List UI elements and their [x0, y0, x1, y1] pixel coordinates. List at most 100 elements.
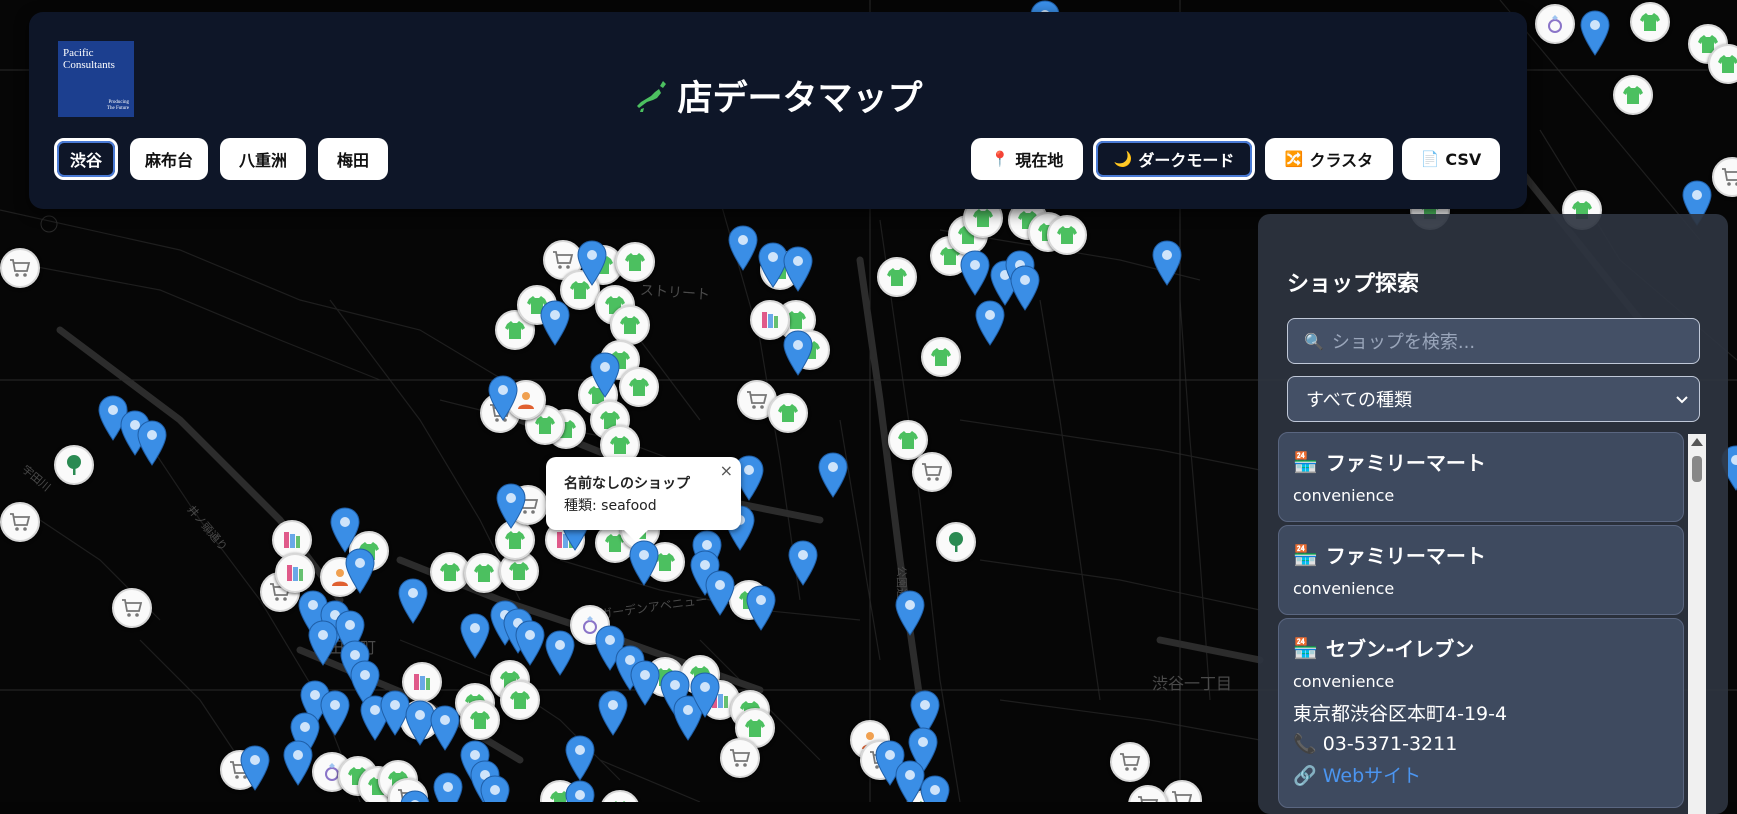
header-bar: Pacific Consultants Producing The Future …: [29, 12, 1527, 209]
tree-marker[interactable]: [936, 522, 976, 562]
ring-marker[interactable]: [1535, 4, 1575, 44]
map-pin-icon[interactable]: [430, 705, 460, 751]
map-pin-icon[interactable]: [540, 300, 570, 346]
cart-marker[interactable]: [112, 588, 152, 628]
search-placeholder: ショップを検索...: [1331, 332, 1476, 353]
shirt-marker[interactable]: [460, 700, 500, 740]
cart-marker[interactable]: [0, 502, 40, 542]
area-button-umeda[interactable]: 梅田: [318, 138, 388, 180]
shop-list-item[interactable]: 🏪 ファミリーマート convenience: [1278, 525, 1684, 615]
map-pin-icon[interactable]: [630, 660, 660, 706]
scroll-up-arrow[interactable]: [1691, 438, 1703, 446]
shop-name: セブン-イレブン: [1325, 637, 1475, 661]
shop-name: ファミリーマート: [1325, 544, 1486, 568]
shirt-marker[interactable]: [921, 337, 961, 377]
search-icon: 🔍: [1304, 331, 1324, 351]
shirt-marker[interactable]: [619, 367, 659, 407]
map-pin-icon[interactable]: [433, 772, 463, 802]
shirt-marker[interactable]: [1047, 215, 1087, 255]
map-pin-icon[interactable]: [783, 330, 813, 376]
map-pin-icon[interactable]: [1152, 240, 1182, 286]
shirt-marker[interactable]: [1630, 2, 1670, 42]
map-pin-icon[interactable]: [460, 613, 490, 659]
panel-title: ショップ探索: [1287, 272, 1420, 297]
japan-map-icon: [633, 78, 669, 123]
map-pin-icon[interactable]: [398, 578, 428, 624]
map-pin-icon[interactable]: [690, 672, 720, 718]
map-pin-icon[interactable]: [545, 630, 575, 676]
map-pin-icon[interactable]: [598, 690, 628, 736]
shop-type: convenience: [1293, 672, 1395, 691]
map-pin-icon[interactable]: [577, 240, 607, 286]
type-filter-select[interactable]: すべての種類: [1287, 376, 1700, 422]
cart-marker[interactable]: [1110, 742, 1150, 782]
shirt-marker[interactable]: [615, 242, 655, 282]
link-icon: 🔗: [1293, 765, 1317, 787]
shirt-marker[interactable]: [877, 257, 917, 297]
map-pin-icon[interactable]: [728, 225, 758, 271]
map-pin-icon[interactable]: [629, 540, 659, 586]
map-pin-icon[interactable]: [1580, 10, 1610, 56]
dark-mode-button[interactable]: 🌙 ダークモード: [1093, 138, 1255, 180]
shop-list-item[interactable]: 🏪 セブン-イレブン convenience 東京都渋谷区本町4-19-4 📞 0…: [1278, 618, 1684, 808]
map-pin-icon[interactable]: [330, 507, 360, 553]
map-pin-icon[interactable]: [515, 620, 545, 666]
map-pin-icon[interactable]: [345, 548, 375, 594]
books-marker[interactable]: [275, 553, 315, 593]
map-pin-icon[interactable]: [137, 420, 167, 466]
map-pin-icon[interactable]: [705, 570, 735, 616]
map-pin-icon[interactable]: [565, 780, 595, 802]
popup-shop-name: 名前なしのショップ: [564, 476, 690, 492]
shirt-marker[interactable]: [768, 393, 808, 433]
convenience-store-icon: 🏪: [1293, 635, 1318, 660]
shirt-marker[interactable]: [464, 553, 504, 593]
search-input[interactable]: 🔍 ショップを検索...: [1287, 318, 1700, 364]
area-button-shibuya[interactable]: 渋谷: [54, 138, 118, 180]
map-pin-icon[interactable]: [920, 775, 950, 802]
cluster-button[interactable]: 🔀 クラスタ: [1265, 138, 1393, 180]
shop-type: convenience: [1293, 486, 1395, 505]
phone-icon: 📞: [1293, 733, 1317, 755]
map-pin-icon[interactable]: [746, 585, 776, 631]
tree-marker[interactable]: [54, 445, 94, 485]
map-pin-icon[interactable]: [240, 745, 270, 791]
shirt-marker[interactable]: [1613, 75, 1653, 115]
map-pin-icon[interactable]: [818, 452, 848, 498]
cart-marker[interactable]: [912, 452, 952, 492]
csv-button[interactable]: 📄 CSV: [1402, 138, 1500, 180]
shop-website-link[interactable]: Webサイト: [1323, 765, 1421, 787]
shop-address: 東京都渋谷区本町4-19-4: [1293, 703, 1508, 725]
document-icon: 📄: [1420, 150, 1440, 168]
map-pin-icon[interactable]: [975, 300, 1005, 346]
map-pin-icon[interactable]: [488, 375, 518, 421]
shirt-marker[interactable]: [610, 305, 650, 345]
type-filter-value: すべての種類: [1306, 390, 1413, 411]
shirt-marker[interactable]: [500, 680, 540, 720]
map-pin-icon[interactable]: [283, 740, 313, 786]
shop-type: convenience: [1293, 579, 1395, 598]
map-pin-icon[interactable]: [400, 790, 430, 802]
map-pin-icon[interactable]: [783, 246, 813, 292]
map-pin-icon[interactable]: [565, 735, 595, 781]
popup-close-button[interactable]: ×: [720, 461, 733, 480]
map-pin-icon[interactable]: [308, 620, 338, 666]
map-pin-icon[interactable]: [788, 540, 818, 586]
scroll-thumb[interactable]: [1692, 456, 1702, 482]
map-pin-icon[interactable]: [496, 483, 526, 529]
list-scrollbar[interactable]: [1688, 434, 1706, 814]
map-pin-icon[interactable]: [480, 775, 510, 802]
map-pin-icon[interactable]: [320, 690, 350, 736]
area-button-yaesu[interactable]: 八重洲: [220, 138, 306, 180]
shuffle-icon: 🔀: [1284, 150, 1304, 168]
map-pin-icon[interactable]: [590, 352, 620, 398]
shop-list-item[interactable]: 🏪 ファミリーマート convenience: [1278, 432, 1684, 522]
area-button-azabudai[interactable]: 麻布台: [130, 138, 208, 180]
map-pin-icon[interactable]: [1010, 265, 1040, 311]
current-location-button[interactable]: 📍 現在地: [971, 138, 1083, 180]
convenience-store-icon: 🏪: [1293, 542, 1318, 567]
cart-marker[interactable]: [0, 248, 40, 288]
map-pin-icon[interactable]: [895, 590, 925, 636]
shop-explorer-panel: ショップ探索 🔍 ショップを検索... すべての種類 🏪 ファミリーマート con…: [1258, 214, 1728, 814]
map-pin-icon[interactable]: [960, 250, 990, 296]
cart-marker[interactable]: [720, 738, 760, 778]
